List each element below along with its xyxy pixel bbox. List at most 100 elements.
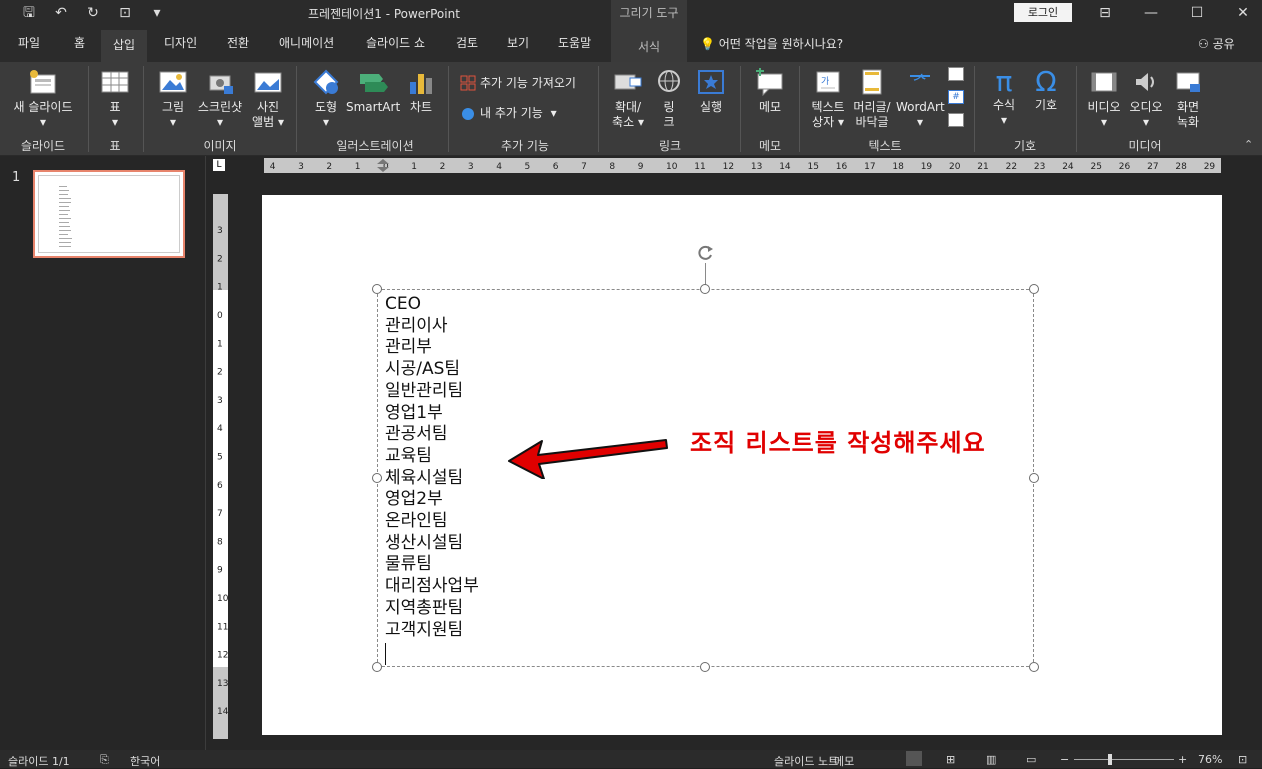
person-icon: ⚇ — [1198, 37, 1209, 51]
comments-button[interactable]: 메모 — [834, 753, 854, 769]
share-button[interactable]: ⚇ 공유 — [1198, 35, 1235, 52]
equation-button[interactable]: π 수식 ▾ — [984, 66, 1024, 128]
resize-handle-top-left[interactable] — [372, 284, 382, 294]
org-list-item: 지역총판팀 — [385, 597, 464, 618]
login-button[interactable]: 로그인 — [1014, 3, 1072, 22]
smartart-button[interactable]: SmartArt — [346, 68, 400, 115]
tab-selector[interactable]: L — [213, 159, 225, 171]
resize-handle-bottom-left[interactable] — [372, 662, 382, 672]
language[interactable]: 한국어 — [130, 753, 160, 769]
shapes-button[interactable]: 도형 ▾ — [306, 68, 346, 130]
object-icon[interactable] — [948, 113, 964, 127]
slide-sorter-icon[interactable]: ⊞ — [946, 753, 955, 766]
table-button[interactable]: 표 ▾ — [96, 68, 134, 130]
thumbnail-text-line — [59, 222, 69, 223]
screen-recording-button[interactable]: 화면 녹화 — [1168, 68, 1208, 130]
org-list-item: 일반관리팀 — [385, 380, 464, 401]
resize-handle-top-right[interactable] — [1029, 284, 1039, 294]
zoom-in-icon[interactable]: + — [1178, 753, 1187, 766]
resize-handle-bottom-right[interactable] — [1029, 662, 1039, 672]
action-star-icon — [698, 70, 724, 94]
slideshow-view-icon[interactable]: ▭ — [1026, 753, 1036, 766]
date-time-icon[interactable] — [948, 67, 964, 81]
link-button[interactable]: 링크 — [652, 68, 686, 130]
slide-canvas[interactable]: CEO 관리이사 관리부 시공/AS팀 일반관리팀 영업1부 관공서팀 교육팀 … — [262, 195, 1222, 735]
save-icon[interactable]: 🖫 — [18, 2, 40, 24]
link-icon — [658, 70, 680, 92]
tab-insert[interactable]: 삽입 — [101, 30, 148, 62]
wordart-button[interactable]: ᄼ WordArt ▾ — [896, 68, 945, 130]
svg-text:가: 가 — [821, 76, 829, 87]
audio-button[interactable]: 오디오 ▾ — [1126, 68, 1166, 130]
my-addins-button[interactable]: 내 추가 기능 ▾ — [460, 104, 557, 121]
slide-number-icon[interactable]: # — [948, 90, 964, 104]
action-button[interactable]: 실행 — [692, 68, 730, 115]
link-label-1: 링 — [663, 100, 675, 114]
ruler-number: 7 — [217, 509, 223, 519]
org-list[interactable]: CEO 관리이사 관리부 시공/AS팀 일반관리팀 영업1부 관공서팀 교육팀 … — [385, 294, 479, 666]
ruler-number: 23 — [1034, 162, 1045, 172]
close-icon[interactable]: ✕ — [1228, 2, 1258, 24]
collapse-ribbon-icon[interactable]: ⌃ — [1244, 138, 1253, 151]
resize-handle-right[interactable] — [1029, 473, 1039, 483]
thumbnail-text-line — [59, 198, 71, 199]
zoom-slider-thumb[interactable] — [1108, 754, 1112, 765]
zoom-slider-track[interactable] — [1074, 759, 1174, 760]
reading-view-icon[interactable]: ▥ — [986, 753, 996, 766]
photo-album-button[interactable]: 사진 앨범 ▾ — [248, 68, 288, 130]
video-button[interactable]: 비디오 ▾ — [1084, 68, 1124, 130]
zoom-out-icon[interactable]: − — [1060, 753, 1069, 766]
tab-slideshow[interactable]: 슬라이드 쇼 — [366, 34, 425, 51]
slide-thumbnail[interactable] — [33, 170, 185, 258]
tab-view[interactable]: 보기 — [507, 34, 529, 51]
minimize-icon[interactable]: — — [1136, 2, 1166, 24]
comment-button[interactable]: 메모 — [750, 68, 790, 115]
org-list-item: 체육시설팀 — [385, 467, 464, 488]
redo-icon[interactable]: ↻ — [82, 2, 104, 24]
resize-handle-bottom[interactable] — [700, 662, 710, 672]
resize-handle-top[interactable] — [700, 284, 710, 294]
tab-home[interactable]: 홈 — [74, 34, 85, 51]
ruler-number: 1 — [355, 162, 361, 172]
tell-me-box[interactable]: 💡 어떤 작업을 원하시나요? — [700, 35, 843, 52]
org-list-item: 온라인팀 — [385, 511, 448, 532]
ribbon-separator — [296, 66, 297, 152]
maximize-icon[interactable]: ☐ — [1182, 2, 1212, 24]
screen-recording-label-2: 녹화 — [1176, 115, 1200, 129]
tab-format[interactable]: 서식 — [611, 26, 687, 62]
zoom-level[interactable]: 76% — [1198, 753, 1222, 766]
rotate-handle-icon[interactable] — [695, 243, 715, 263]
chart-icon — [410, 74, 432, 94]
ruler-number: 3 — [298, 162, 304, 172]
customize-qat-icon[interactable]: ▾ — [146, 2, 168, 24]
resize-handle-left[interactable] — [372, 473, 382, 483]
header-footer-icon — [862, 69, 882, 95]
screen-recording-icon — [1176, 72, 1200, 92]
symbol-button[interactable]: Ω 기호 — [1026, 66, 1066, 113]
horizontal-ruler[interactable]: 4321012345678910111213141516171819202122… — [264, 158, 1221, 173]
get-addins-button[interactable]: 추가 기능 가져오기 — [460, 74, 576, 91]
fit-to-window-icon[interactable]: ⊡ — [1238, 753, 1247, 766]
tab-transitions[interactable]: 전환 — [227, 34, 249, 51]
tab-design[interactable]: 디자인 — [164, 34, 197, 51]
group-tables-label: 표 — [109, 139, 121, 153]
chart-button[interactable]: 차트 — [402, 68, 440, 115]
notes-button[interactable]: 슬라이드 노트 — [774, 753, 838, 769]
tab-file[interactable]: 파일 — [18, 34, 40, 51]
vertical-ruler[interactable]: 32101234567891011121314 — [213, 194, 228, 739]
ribbon-tab-bar: 파일 홈 삽입 디자인 전환 애니메이션 슬라이드 쇼 검토 보기 도움말 서식… — [0, 26, 1262, 62]
spellcheck-icon[interactable]: ⎘ — [100, 753, 109, 767]
normal-view-icon[interactable] — [906, 751, 922, 766]
tab-review[interactable]: 검토 — [456, 34, 478, 51]
textbox-button[interactable]: 가 텍스트 상자 ▾ — [806, 68, 850, 130]
undo-icon[interactable]: ↶ — [50, 2, 72, 24]
picture-button[interactable]: 그림 ▾ — [154, 68, 192, 130]
tab-help[interactable]: 도움말 — [558, 34, 591, 51]
screenshot-button[interactable]: 스크린샷 ▾ — [194, 68, 246, 130]
tab-animations[interactable]: 애니메이션 — [279, 34, 334, 51]
presenter-icon[interactable]: ⊡ — [114, 2, 136, 24]
zoom-button[interactable]: 확대/축소 ▾ — [606, 68, 650, 130]
new-slide-button[interactable]: 새 슬라이드 ▾ — [8, 68, 78, 130]
header-footer-button[interactable]: 머리글/바닥글 — [850, 68, 894, 130]
ribbon-display-options-icon[interactable]: ⊟ — [1090, 2, 1120, 24]
